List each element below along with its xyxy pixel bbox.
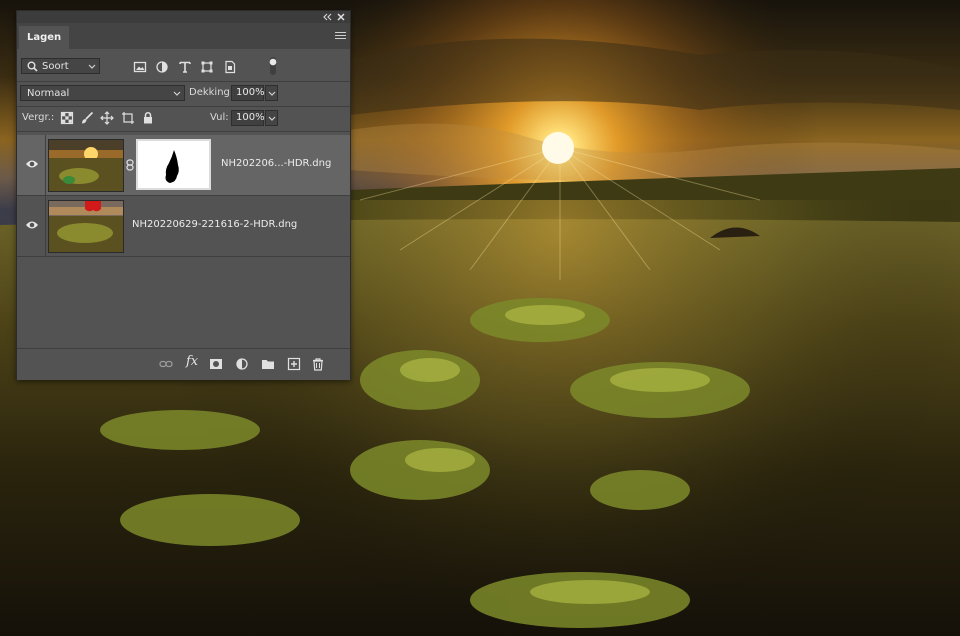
lock-position-icon[interactable] xyxy=(100,111,114,125)
layer-row[interactable]: NH20220629-221616-2-HDR.dng xyxy=(17,196,350,257)
visibility-separator xyxy=(45,135,46,195)
visibility-separator xyxy=(45,196,46,256)
filter-kind-dropdown[interactable]: Soort xyxy=(21,58,100,74)
blend-mode-value: Normaal xyxy=(27,88,70,99)
fill-dropdown[interactable] xyxy=(265,110,278,126)
lock-label: Vergr.: xyxy=(22,112,55,123)
fill-field[interactable]: 100% xyxy=(231,110,265,126)
layer-name[interactable]: NH20220629-221616-2-HDR.dng xyxy=(132,219,297,230)
layer-thumbnail-image xyxy=(49,201,123,252)
panel-footer: fx xyxy=(17,348,350,380)
blend-row: Normaal Dekking: 100% xyxy=(17,82,350,107)
layer-style-icon[interactable]: fx xyxy=(186,354,198,369)
double-chevron-left-icon[interactable] xyxy=(322,11,332,23)
trash-icon[interactable] xyxy=(311,357,325,371)
search-icon xyxy=(27,61,38,72)
eye-visibility-icon[interactable] xyxy=(25,158,39,170)
filter-row: Soort xyxy=(17,53,350,82)
group-folder-icon[interactable] xyxy=(261,357,275,371)
layer-name[interactable]: NH202206...-HDR.dng xyxy=(221,158,331,169)
adjustment-layer-icon[interactable] xyxy=(235,357,249,371)
close-icon[interactable] xyxy=(336,11,346,23)
layer-row-selected[interactable]: NH202206...-HDR.dng xyxy=(17,135,350,196)
lock-image-pixels-icon[interactable] xyxy=(80,111,94,125)
layer-thumbnail[interactable] xyxy=(48,139,124,192)
lock-transparent-pixels-icon[interactable] xyxy=(60,111,74,125)
new-layer-icon[interactable] xyxy=(287,357,301,371)
filter-toggle-icon[interactable] xyxy=(267,56,279,76)
layer-mask-thumbnail[interactable] xyxy=(136,139,211,190)
panel-title-bar[interactable] xyxy=(17,11,350,23)
chevron-down-icon xyxy=(268,91,276,96)
blend-mode-dropdown[interactable]: Normaal xyxy=(20,85,185,101)
layer-mask-shape xyxy=(165,150,179,183)
chevron-down-icon xyxy=(88,64,96,69)
tab-layers[interactable]: Lagen xyxy=(19,26,70,49)
hamburger-menu-icon[interactable] xyxy=(335,30,346,41)
add-mask-icon[interactable] xyxy=(209,357,223,371)
lock-all-icon[interactable] xyxy=(141,111,155,125)
lock-artboard-icon[interactable] xyxy=(121,111,135,125)
opacity-field[interactable]: 100% xyxy=(231,85,265,101)
opacity-dropdown[interactable] xyxy=(265,85,278,101)
link-layers-icon[interactable] xyxy=(159,357,173,371)
image-filter-icon[interactable] xyxy=(133,60,147,74)
mask-link-icon[interactable] xyxy=(125,159,135,171)
chevron-down-icon xyxy=(268,116,276,121)
chevron-down-icon xyxy=(173,91,181,96)
fill-label: Vul: xyxy=(210,112,229,123)
panel-tab-row: Lagen xyxy=(17,23,350,49)
layers-panel: Lagen Soort Normaal Dekking: 100% Vergr.… xyxy=(16,10,351,380)
type-filter-icon[interactable] xyxy=(178,60,192,74)
smart-object-filter-icon[interactable] xyxy=(223,60,237,74)
layer-thumbnail[interactable] xyxy=(48,200,124,253)
lock-row: Vergr.: Vul: 100% xyxy=(17,107,350,132)
filter-kind-label: Soort xyxy=(42,61,69,72)
eye-visibility-icon[interactable] xyxy=(25,219,39,231)
shape-filter-icon[interactable] xyxy=(200,60,214,74)
opacity-label: Dekking: xyxy=(189,87,234,98)
adjustment-filter-icon[interactable] xyxy=(155,60,169,74)
layer-thumbnail-image xyxy=(49,140,123,191)
